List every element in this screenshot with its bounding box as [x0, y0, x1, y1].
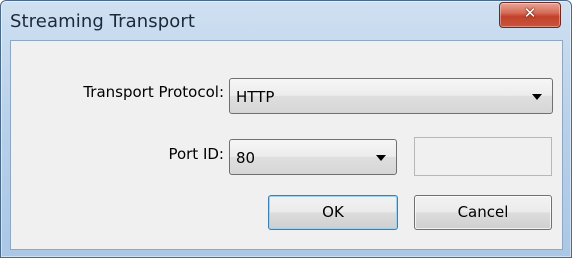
port-id-label: Port ID:: [168, 145, 224, 163]
dropdown-arrow-icon: [532, 94, 542, 100]
dialog-body: Transport Protocol: HTTP Port ID: 80 OK …: [10, 40, 563, 250]
port-extra-field[interactable]: [414, 137, 552, 176]
title-bar[interactable]: Streaming Transport ✕: [1, 1, 571, 39]
cancel-button[interactable]: Cancel: [414, 195, 552, 230]
port-id-value: 80: [236, 149, 256, 167]
transport-protocol-dropdown[interactable]: HTTP: [229, 78, 553, 114]
close-button[interactable]: ✕: [499, 2, 561, 28]
transport-protocol-value: HTTP: [236, 88, 275, 106]
transport-protocol-label: Transport Protocol:: [83, 83, 224, 101]
port-id-dropdown[interactable]: 80: [229, 139, 397, 175]
dropdown-arrow-icon: [376, 155, 386, 161]
dialog-window: Streaming Transport ✕ Transport Protocol…: [0, 0, 572, 258]
window-title: Streaming Transport: [10, 11, 196, 32]
close-x-icon: ✕: [523, 4, 537, 22]
ok-button[interactable]: OK: [268, 195, 398, 230]
